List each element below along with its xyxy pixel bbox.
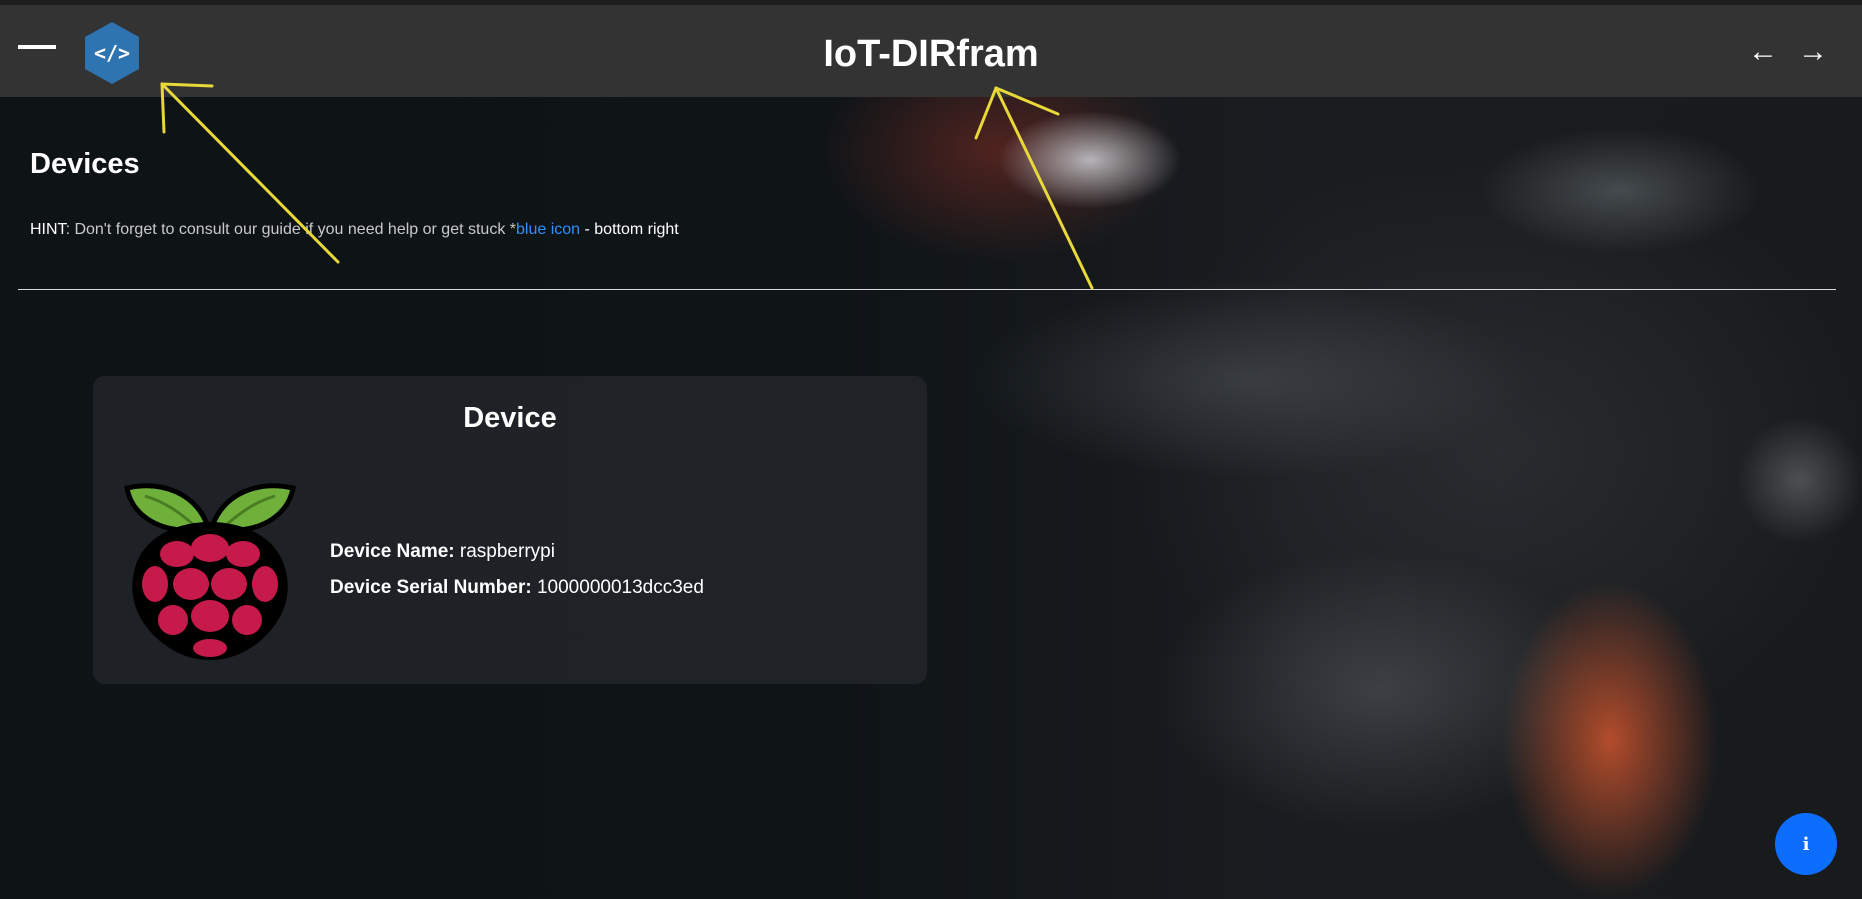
app-title: IoT-DIRfram bbox=[823, 33, 1039, 75]
info-help-button[interactable]: i bbox=[1775, 813, 1837, 875]
device-serial-label: Device Serial Number: bbox=[330, 577, 532, 598]
hint-tail: - bottom right bbox=[580, 221, 679, 238]
raspberry-pi-logo-icon bbox=[124, 483, 296, 660]
hint-label: HINT bbox=[30, 221, 66, 238]
device-info: Device Name: raspberrypi Device Serial N… bbox=[330, 534, 704, 606]
annotation-arrow-title bbox=[994, 86, 1094, 290]
device-name-value: raspberrypi bbox=[459, 541, 555, 562]
device-name-row: Device Name: raspberrypi bbox=[330, 534, 704, 570]
info-icon: i bbox=[1802, 833, 1810, 855]
divider bbox=[18, 289, 1836, 290]
device-card-title: Device bbox=[463, 402, 557, 434]
device-name-label: Device Name: bbox=[330, 541, 455, 562]
navbar: </> IoT-DIRfram ← → bbox=[0, 5, 1862, 97]
device-serial-row: Device Serial Number: 1000000013dcc3ed bbox=[330, 570, 704, 606]
page: </> IoT-DIRfram ← → Devices HINT: Don't … bbox=[0, 0, 1862, 899]
hint-link[interactable]: blue icon bbox=[516, 221, 580, 238]
back-arrow-button[interactable]: ← bbox=[1748, 35, 1778, 69]
page-title: Devices bbox=[30, 148, 140, 180]
device-serial-value: 1000000013dcc3ed bbox=[536, 577, 704, 598]
hint-message: : Don't forget to consult our guide if y… bbox=[65, 221, 516, 238]
device-card[interactable]: Device Device Name: raspberrypi Device S… bbox=[93, 376, 927, 684]
hint-text: HINT: Don't forget to consult our guide … bbox=[30, 221, 679, 239]
forward-arrow-button[interactable]: → bbox=[1798, 35, 1828, 69]
